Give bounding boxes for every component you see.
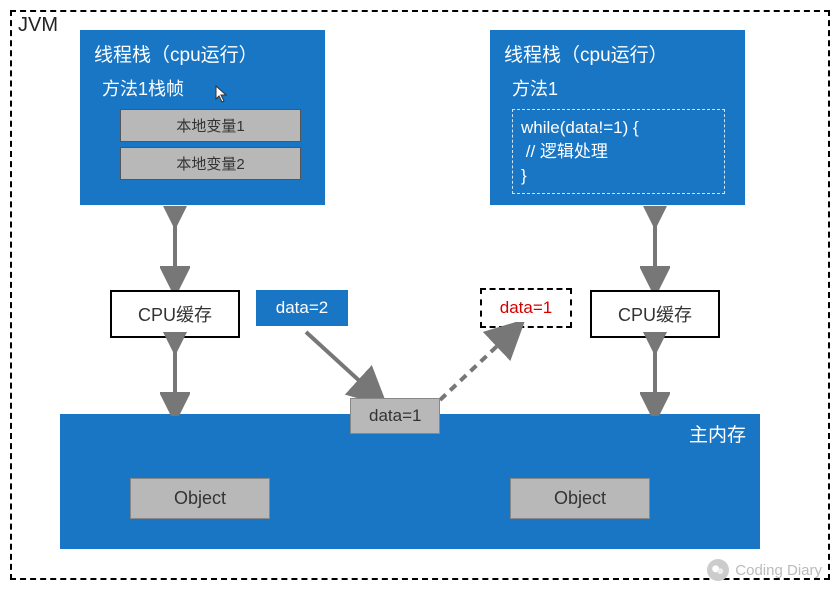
object-right: Object <box>510 478 650 519</box>
arrow-stack-cache-left <box>160 206 190 290</box>
cpu-cache-left: CPU缓存 <box>110 290 240 338</box>
data-heap-value: data=1 <box>350 398 440 434</box>
arrow-cache-mem-right <box>640 332 670 416</box>
arrow-write-memory <box>298 328 398 408</box>
watermark: Coding Diary <box>707 559 822 581</box>
thread-stack-right: 线程栈（cpu运行） 方法1 while(data!=1) { // 逻辑处理 … <box>490 30 745 205</box>
object-left: Object <box>130 478 270 519</box>
arrow-cache-mem-left <box>160 332 190 416</box>
code-block: while(data!=1) { // 逻辑处理 } <box>512 109 725 194</box>
stack-title-right: 线程栈（cpu运行） <box>504 40 733 67</box>
watermark-text: Coding Diary <box>735 562 822 579</box>
jvm-label: JVM <box>18 14 58 37</box>
arrow-stack-cache-right <box>640 206 670 290</box>
stack-frame-right: 方法1 <box>512 75 733 101</box>
wechat-icon <box>707 559 729 581</box>
main-memory-label: 主内存 <box>689 420 746 447</box>
cursor-icon <box>215 85 229 106</box>
data-value-modified: data=2 <box>256 290 348 326</box>
stack-frame-left: 方法1栈帧 <box>102 75 313 101</box>
stack-title-left: 线程栈（cpu运行） <box>94 40 313 67</box>
thread-stack-left: 线程栈（cpu运行） 方法1栈帧 本地变量1 本地变量2 <box>80 30 325 205</box>
cpu-cache-right: CPU缓存 <box>590 290 720 338</box>
local-var-2: 本地变量2 <box>120 147 301 180</box>
local-var-1: 本地变量1 <box>120 109 301 142</box>
arrow-read-stale <box>430 322 530 408</box>
